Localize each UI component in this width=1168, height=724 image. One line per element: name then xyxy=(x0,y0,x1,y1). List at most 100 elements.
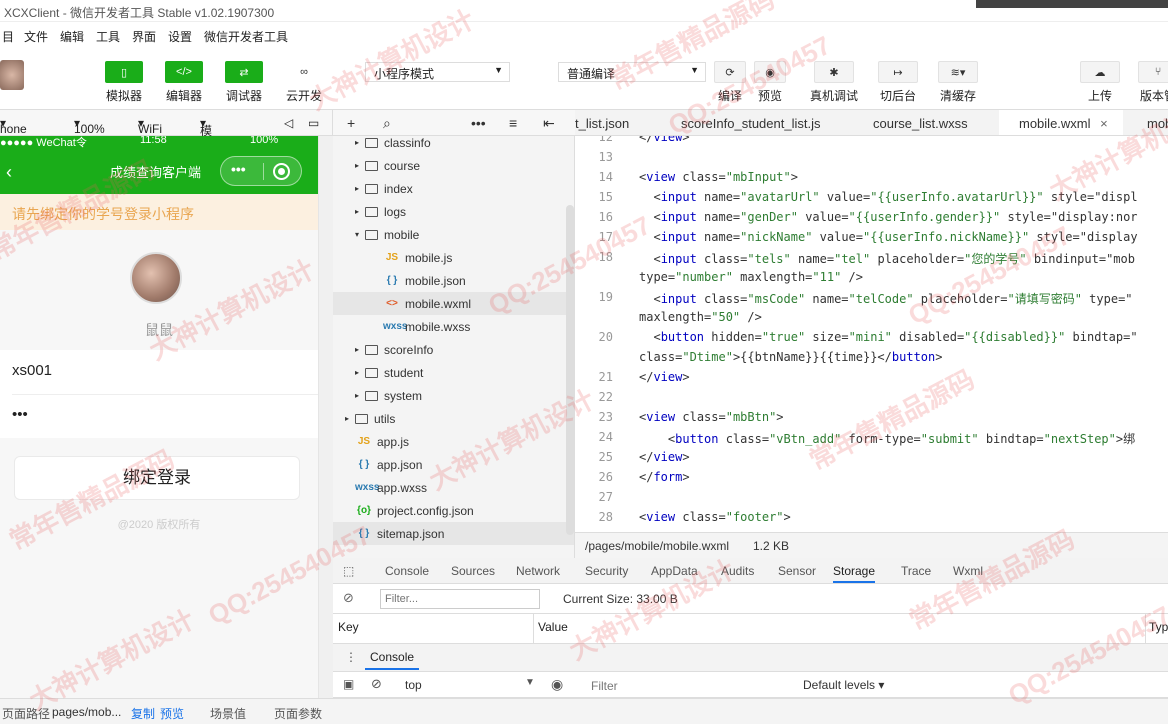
console-filter-input[interactable]: Filter xyxy=(591,679,618,693)
menu-item-view[interactable]: 界面 xyxy=(132,28,156,45)
scene-value-label[interactable]: 场景值 xyxy=(210,705,246,722)
caret-right-icon[interactable]: ▸ xyxy=(355,138,365,147)
close-icon[interactable]: × xyxy=(1100,116,1108,131)
back-arrow-icon[interactable]: ‹ xyxy=(6,162,12,183)
code-line[interactable]: <input name="genDer" value="{{userInfo.g… xyxy=(639,210,1137,224)
debugger-button[interactable]: ⇄ 调试器 xyxy=(224,61,264,104)
more-icon[interactable]: ••• xyxy=(471,115,486,131)
menu-item-file[interactable]: 文件 xyxy=(24,28,48,45)
clear-console-icon[interactable]: ⊘ xyxy=(371,676,382,692)
tab-audits[interactable]: Audits xyxy=(721,564,754,578)
window-icon[interactable]: ▭ xyxy=(308,116,319,130)
code-line[interactable]: </view> xyxy=(639,370,690,384)
caret-right-icon[interactable]: ▸ xyxy=(355,184,365,193)
compile-button[interactable]: ⟳ 编译 xyxy=(712,61,748,104)
tab-list-json[interactable]: t_list.json xyxy=(575,110,655,135)
tree-item[interactable]: ▸ course xyxy=(333,154,574,177)
code-line[interactable]: <button class="vBtn_add" form-type="subm… xyxy=(639,430,1135,447)
tree-item[interactable]: { } sitemap.json xyxy=(333,522,574,545)
tab-trace[interactable]: Trace xyxy=(901,564,931,578)
caret-right-icon[interactable]: ▸ xyxy=(355,391,365,400)
clear-cache-button[interactable]: ≋▾ 清缓存 xyxy=(936,61,980,104)
zoom-select[interactable]: 100% ▾ xyxy=(74,116,105,136)
split-icon[interactable]: ⇤ xyxy=(543,115,555,132)
eye-icon[interactable]: ◉ xyxy=(551,676,563,693)
tree-item[interactable]: JS mobile.js xyxy=(333,246,574,269)
code-line[interactable]: maxlength="50" /> xyxy=(639,310,762,324)
tree-item[interactable]: JS app.js xyxy=(333,430,574,453)
simulator-button[interactable]: ▯ 模拟器 xyxy=(104,61,144,104)
tree-item[interactable]: <> mobile.wxml xyxy=(333,292,574,315)
code-line[interactable]: </view> xyxy=(639,136,690,144)
simulator-scrollbar[interactable] xyxy=(318,136,333,698)
collapse-icon[interactable]: ≡ xyxy=(509,115,517,131)
code-line[interactable]: </form> xyxy=(639,470,690,484)
search-icon[interactable]: ⌕ xyxy=(383,115,391,132)
menu-item-settings[interactable]: 设置 xyxy=(168,28,192,45)
code-line[interactable]: type="number" maxlength="11" /> xyxy=(639,270,863,284)
preview-button[interactable]: ◉ 预览 xyxy=(752,61,788,104)
col-key[interactable]: Key xyxy=(338,620,359,634)
tab-course-wxss[interactable]: course_list.wxss xyxy=(873,110,993,135)
editor-button[interactable]: </> 编辑器 xyxy=(164,61,204,104)
tab-appdata[interactable]: AppData xyxy=(651,564,698,578)
close-circle-icon[interactable] xyxy=(273,163,290,180)
real-device-debug-button[interactable]: ✱ 真机调试 xyxy=(808,61,860,104)
context-select[interactable]: top xyxy=(405,678,422,692)
version-button[interactable]: ⑂ 版本管 xyxy=(1138,61,1168,104)
tree-item[interactable]: { } app.json xyxy=(333,453,574,476)
caret-right-icon[interactable]: ▸ xyxy=(345,414,355,423)
volume-icon[interactable]: ◁ xyxy=(284,116,293,130)
preview-link[interactable]: 预览 xyxy=(160,705,184,722)
tree-item[interactable]: ▾ mobile xyxy=(333,223,574,246)
code-editor[interactable]: 12 </view> 13 14 <view class="mbInput"> 15 <i… xyxy=(575,136,1168,532)
tree-item[interactable]: ▸ index xyxy=(333,177,574,200)
tab-sensor[interactable]: Sensor xyxy=(778,564,816,578)
clear-icon[interactable]: ⊘ xyxy=(343,590,354,606)
student-id-input[interactable]: xs001 xyxy=(12,362,312,379)
more-dots-icon[interactable]: ••• xyxy=(231,161,246,177)
sidebar-toggle-icon[interactable]: ▣ xyxy=(343,677,354,691)
menu-item-tools[interactable]: 工具 xyxy=(96,28,120,45)
code-line[interactable]: </view> xyxy=(639,450,690,464)
caret-right-icon[interactable]: ▸ xyxy=(355,207,365,216)
code-line[interactable]: class="Dtime">{{btnName}}{{time}}</butto… xyxy=(639,350,942,364)
menu-item-wechat-devtools[interactable]: 微信开发者工具 xyxy=(204,28,288,45)
add-icon[interactable]: + xyxy=(347,115,355,131)
caret-down-icon[interactable]: ▾ xyxy=(355,230,365,239)
upload-button[interactable]: ☁ 上传 xyxy=(1080,61,1120,104)
code-line[interactable]: <input class="msCode" name="telCode" pla… xyxy=(639,290,1132,307)
tree-item[interactable]: ▸ logs xyxy=(333,200,574,223)
tree-item[interactable]: ▸ system xyxy=(333,384,574,407)
inspect-icon[interactable]: ⬚ xyxy=(343,564,354,578)
tree-item[interactable]: wxss app.wxss xyxy=(333,476,574,499)
capsule-menu[interactable]: ••• xyxy=(220,156,302,186)
code-line[interactable]: <view class="footer"> xyxy=(639,510,791,524)
code-line[interactable]: <input name="nickName" value="{{userInfo… xyxy=(639,230,1137,244)
copy-link[interactable]: 复制 xyxy=(131,705,155,722)
col-value[interactable]: Value xyxy=(538,620,568,634)
password-input[interactable]: ••• xyxy=(12,406,312,423)
tab-mob[interactable]: mob xyxy=(1147,110,1168,135)
tab-network[interactable]: Network xyxy=(516,564,560,578)
simulate-op-select[interactable]: 模拟操作 ▾ xyxy=(200,116,212,189)
caret-right-icon[interactable]: ▸ xyxy=(355,368,365,377)
storage-filter-input[interactable] xyxy=(380,589,540,609)
mode-select[interactable]: 小程序模式 ▼ xyxy=(365,62,510,82)
tree-item[interactable]: ▸ scoreInfo xyxy=(333,338,574,361)
col-type[interactable]: Typ xyxy=(1149,620,1168,634)
tree-item[interactable]: ▸ classinfo xyxy=(333,136,574,154)
backend-button[interactable]: ↦ 切后台 xyxy=(876,61,920,104)
compile-select[interactable]: 普通编译 ▼ xyxy=(558,62,706,82)
tab-wxml[interactable]: Wxml xyxy=(953,564,983,578)
tab-sources[interactable]: Sources xyxy=(451,564,495,578)
code-line[interactable]: <input name="avatarUrl" value="{{userInf… xyxy=(639,190,1137,204)
tree-item[interactable]: ▸ student xyxy=(333,361,574,384)
page-params-label[interactable]: 页面参数 xyxy=(274,705,322,722)
tree-item[interactable]: ▸ utils xyxy=(333,407,574,430)
network-select[interactable]: WiFi ▾ xyxy=(138,116,162,136)
tree-item[interactable]: wxss mobile.wxss xyxy=(333,315,574,338)
caret-right-icon[interactable]: ▸ xyxy=(355,345,365,354)
cloud-dev-button[interactable]: ∞ 云开发 xyxy=(284,61,324,104)
device-select[interactable]: hone 5 ▾ xyxy=(0,116,27,150)
